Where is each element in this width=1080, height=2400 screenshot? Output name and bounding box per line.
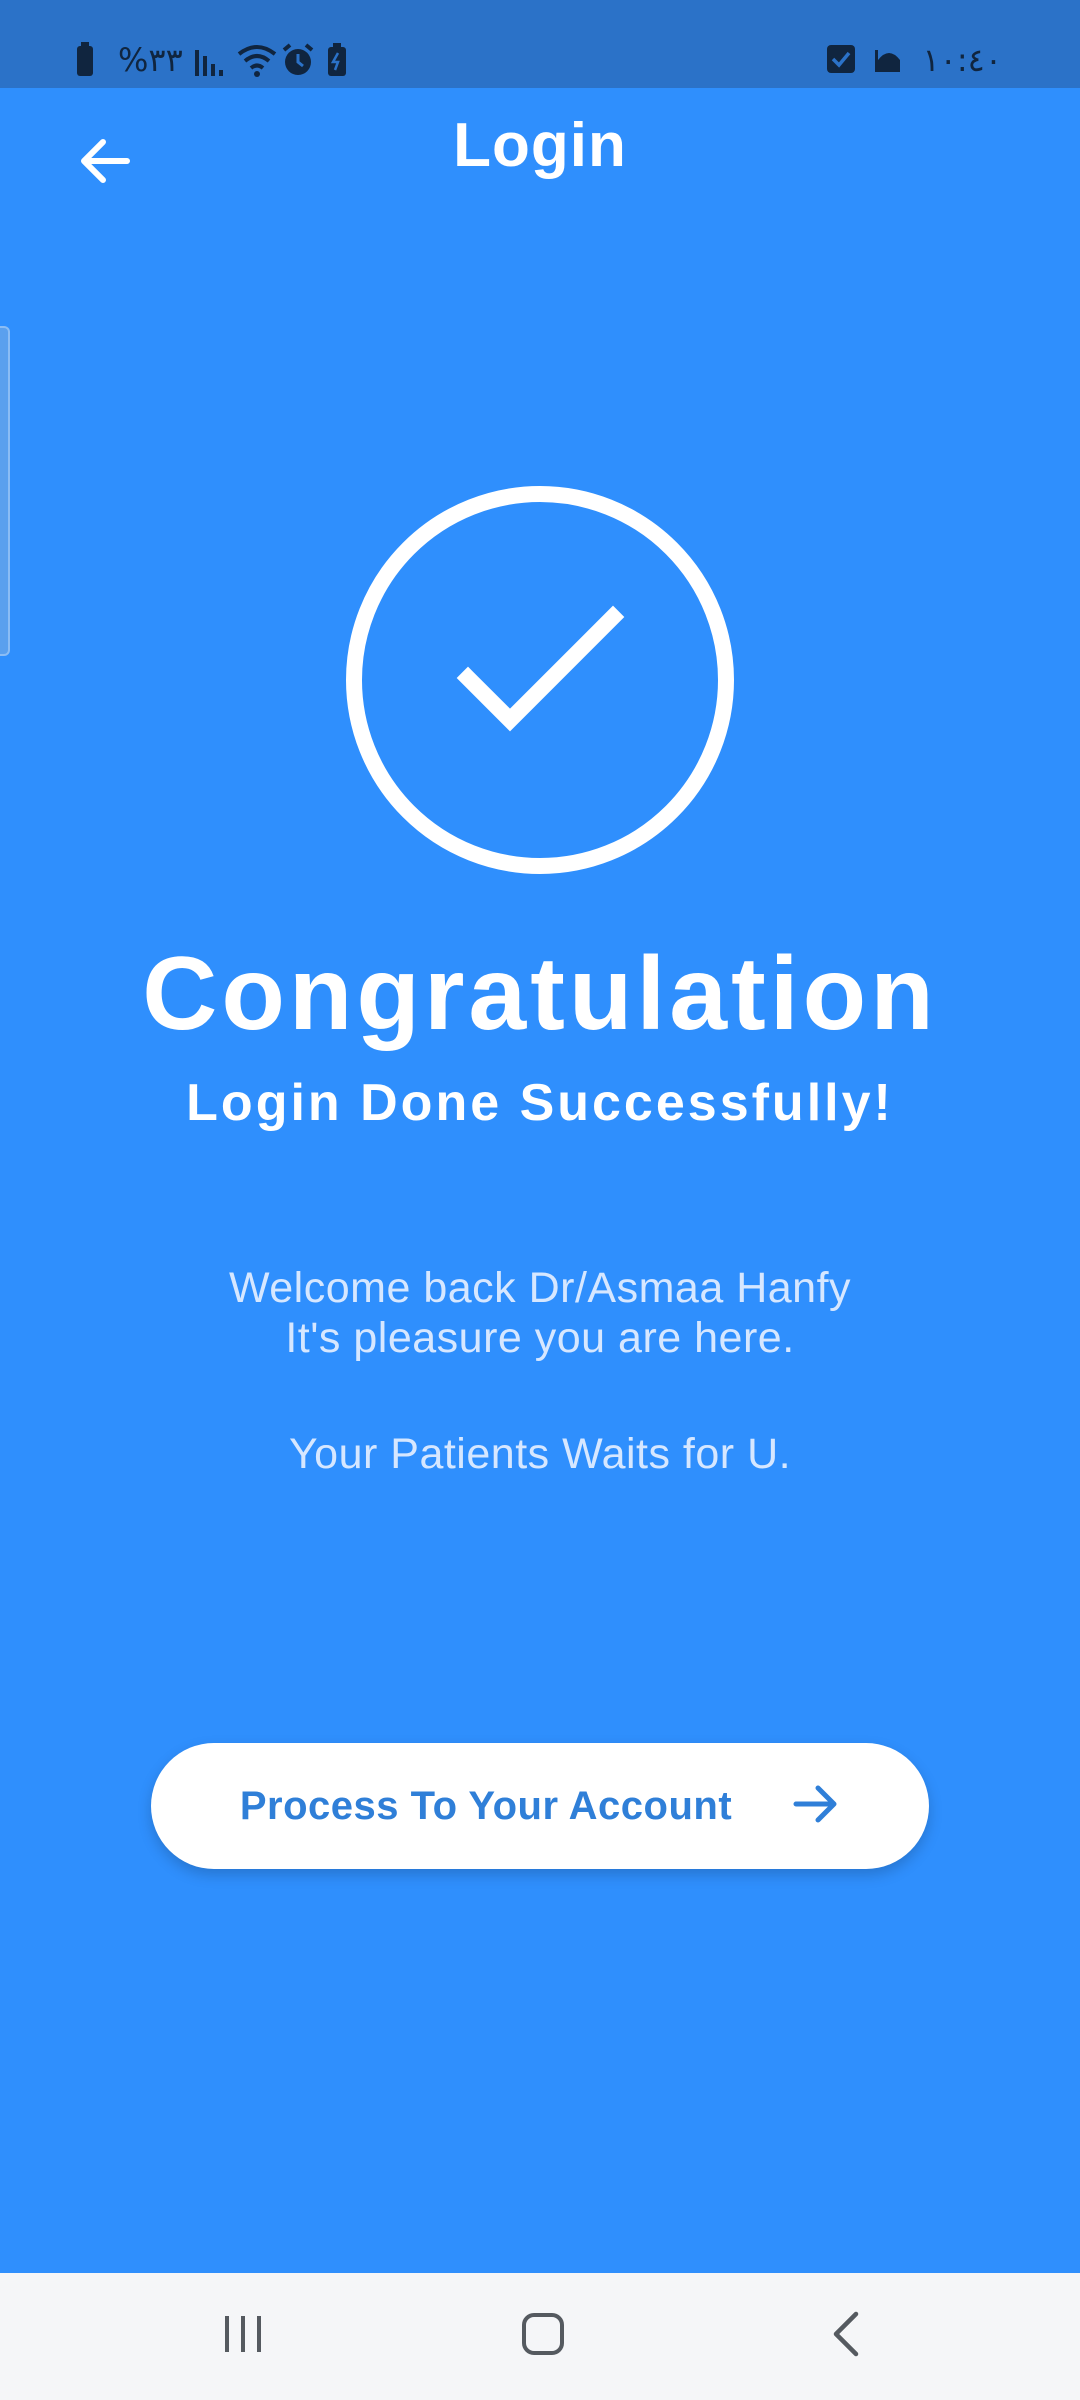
side-drawer-handle[interactable] [0, 326, 10, 656]
system-nav-bar [0, 2273, 1080, 2400]
app-header: Login [0, 88, 1080, 212]
patients-line: Your Patients Waits for U. [288, 1430, 792, 1478]
arrow-right-icon [792, 1780, 840, 1833]
welcome-line-2: It's pleasure you are here. [285, 1314, 795, 1362]
status-left-group: %٣٣ [74, 38, 359, 82]
recents-icon [221, 2312, 265, 2361]
congratulation-title: Congratulation [142, 936, 938, 1052]
welcome-line-1: Welcome back Dr/Asmaa Hanfy [228, 1264, 852, 1312]
process-to-account-button[interactable]: Process To Your Account [151, 1743, 929, 1869]
signal-icon [193, 42, 227, 78]
home-icon [520, 2311, 566, 2362]
battery-icon [325, 42, 359, 78]
page-title: Login [453, 111, 627, 180]
mosque-icon [874, 42, 908, 78]
status-right-group: ١٠:٤٠ [826, 38, 1002, 82]
cta-label: Process To Your Account [239, 1783, 733, 1828]
clock: ١٠:٤٠ [922, 41, 1002, 79]
wifi-icon [237, 42, 277, 78]
checkbox-icon [826, 42, 860, 78]
battery-saver-icon [74, 42, 108, 78]
status-bar: %٣٣ ١٠:٤٠ [0, 0, 1080, 88]
home-button[interactable] [443, 2273, 643, 2400]
back-chevron-icon [828, 2310, 864, 2363]
nav-back-button[interactable] [746, 2273, 946, 2400]
success-subtitle: Login Done Successfully! [186, 1074, 894, 1132]
alarm-icon [281, 42, 315, 78]
battery-percent: %٣٣ [118, 41, 183, 79]
recents-button[interactable] [143, 2273, 343, 2400]
check-circle-icon [340, 480, 740, 880]
